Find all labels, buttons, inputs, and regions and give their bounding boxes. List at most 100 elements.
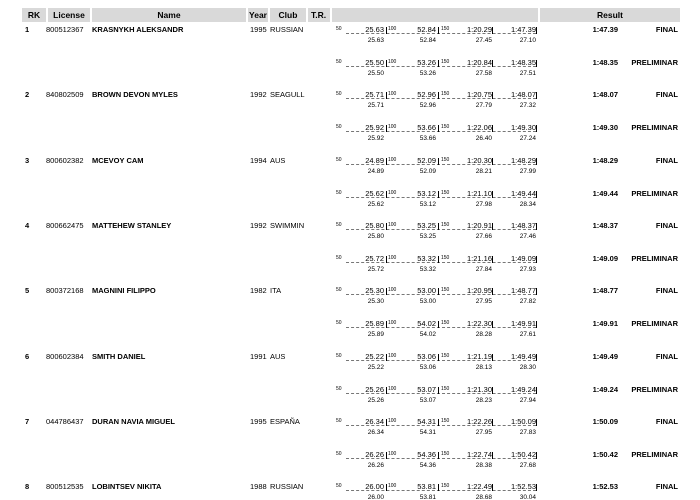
result-stage: PRELIMINAR xyxy=(631,449,678,459)
athlete-club: ESPAÑA xyxy=(270,416,300,426)
split-cumulative-time: 54.02 xyxy=(417,319,436,329)
split-cumulative-time: 1:49.44 xyxy=(510,188,536,198)
split-lap-time: 28.21 xyxy=(475,167,492,175)
split-cumulative-time: 1:50.42 xyxy=(510,449,536,459)
athlete-rank: 1 xyxy=(25,25,30,34)
split-cumulative-time: 26.00 xyxy=(365,482,384,492)
split-tick xyxy=(438,190,439,198)
result-stage: FINAL xyxy=(655,286,678,296)
split-tick xyxy=(492,386,493,394)
split-tick xyxy=(386,157,387,165)
split-tick xyxy=(536,190,537,198)
header-year: Year xyxy=(248,8,268,22)
split-cumulative-time: 25.80 xyxy=(365,220,384,230)
split-cumulative-time: 25.92 xyxy=(365,123,384,133)
split-cumulative-time: 1:50.09 xyxy=(510,416,536,426)
split-distance-label: 150 xyxy=(441,483,450,490)
split-lap-time: 25.89 xyxy=(367,331,384,339)
split-distance-label: 150 xyxy=(441,320,450,327)
split-distance-label: 150 xyxy=(441,156,450,163)
split-tick xyxy=(536,321,537,329)
split-lap-time: 30.04 xyxy=(519,494,536,500)
split-lap-time: 28.13 xyxy=(475,363,492,371)
athlete-year: 1982 xyxy=(250,286,267,296)
split-tick xyxy=(492,92,493,100)
split-tick xyxy=(438,125,439,133)
split-cumulative-time: 1:49.49 xyxy=(510,351,536,361)
split-tick xyxy=(536,92,537,100)
result-stage: PRELIMINAR xyxy=(631,384,678,394)
split-cumulative-time: 1:48.35 xyxy=(510,58,536,67)
athlete-rank: 6 xyxy=(25,351,30,361)
split-tick xyxy=(492,288,493,296)
header-tr: T.R. xyxy=(308,8,330,22)
athlete-year: 1995 xyxy=(250,25,267,34)
split-lap-time: 27.51 xyxy=(519,70,536,77)
split-cumulative-time: 25.89 xyxy=(365,319,384,329)
result-stage: PRELIMINAR xyxy=(631,319,678,329)
split-distance-label: 150 xyxy=(441,417,450,424)
result-stage: FINAL xyxy=(655,416,678,426)
split-tick xyxy=(492,190,493,198)
split-cumulative-time: 1:48.37 xyxy=(510,220,536,230)
split-cumulative-time: 25.63 xyxy=(365,25,384,34)
split-cumulative-time: 1:22.49 xyxy=(466,482,492,492)
split-cumulative-time: 53.07 xyxy=(417,384,436,394)
athlete-club: ITA xyxy=(270,286,282,296)
athlete-year: 1992 xyxy=(250,90,267,100)
split-lap-time: 53.32 xyxy=(419,265,436,273)
split-distance-label: 50 xyxy=(336,450,342,457)
split-distance-label: 150 xyxy=(441,124,450,131)
split-lap-time: 28.23 xyxy=(475,396,492,404)
split-lap-time: 25.80 xyxy=(367,232,384,240)
athlete-club: SEAGULL xyxy=(270,90,305,100)
split-cumulative-time: 1:20.95 xyxy=(466,286,492,296)
split-distance-label: 150 xyxy=(441,287,450,294)
athlete-name: SMITH DANIEL xyxy=(92,351,146,361)
split-tick xyxy=(536,451,537,459)
athlete-year: 1995 xyxy=(250,416,267,426)
split-lap-time: 27.94 xyxy=(519,396,536,404)
split-distance-label: 150 xyxy=(441,385,450,392)
split-cumulative-time: 53.25 xyxy=(417,220,436,230)
split-cumulative-time: 25.22 xyxy=(365,351,384,361)
split-lap-time: 27.93 xyxy=(519,265,536,273)
split-cumulative-time: 1:21.10 xyxy=(466,188,492,198)
split-tick xyxy=(536,255,537,263)
athlete-year: 1988 xyxy=(250,482,267,492)
athlete-name: LOBINTSEV NIKITA xyxy=(92,482,162,492)
split-cumulative-time: 1:52.53 xyxy=(510,482,536,492)
result-stage: PRELIMINAR xyxy=(631,188,678,198)
split-tick xyxy=(386,386,387,394)
result-stage: PRELIMINAR xyxy=(631,253,678,263)
split-cumulative-time: 25.72 xyxy=(365,253,384,263)
split-distance-label: 50 xyxy=(336,59,342,65)
split-tick xyxy=(492,60,493,67)
split-lap-time: 53.25 xyxy=(419,232,436,240)
split-cumulative-time: 53.26 xyxy=(417,58,436,67)
split-distance-label: 150 xyxy=(441,221,450,228)
split-distance-label: 150 xyxy=(441,352,450,359)
athlete-name: KRASNYKH ALEKSANDR xyxy=(92,25,184,34)
split-cumulative-time: 1:20.75 xyxy=(466,90,492,100)
split-cumulative-time: 1:21.30 xyxy=(466,384,492,394)
split-lap-time: 53.06 xyxy=(419,363,436,371)
split-tick xyxy=(386,60,387,67)
split-lap-time: 26.34 xyxy=(367,428,384,436)
result-stage: PRELIMINAR xyxy=(631,123,678,133)
split-cumulative-time: 53.00 xyxy=(417,286,436,296)
split-tick xyxy=(386,255,387,263)
split-tick xyxy=(438,418,439,426)
split-lap-time: 25.62 xyxy=(367,200,384,208)
split-cumulative-time: 26.34 xyxy=(365,416,384,426)
split-cumulative-time: 53.12 xyxy=(417,188,436,198)
split-lap-time: 53.81 xyxy=(419,494,436,500)
split-cumulative-time: 1:22.26 xyxy=(466,416,492,426)
split-cumulative-time: 53.81 xyxy=(417,482,436,492)
split-tick xyxy=(386,418,387,426)
athlete-year: 1994 xyxy=(250,155,267,165)
header-license: License xyxy=(48,8,90,22)
split-lap-time: 27.61 xyxy=(519,331,536,339)
split-lap-time: 54.31 xyxy=(419,428,436,436)
split-cumulative-time: 1:22.74 xyxy=(466,449,492,459)
